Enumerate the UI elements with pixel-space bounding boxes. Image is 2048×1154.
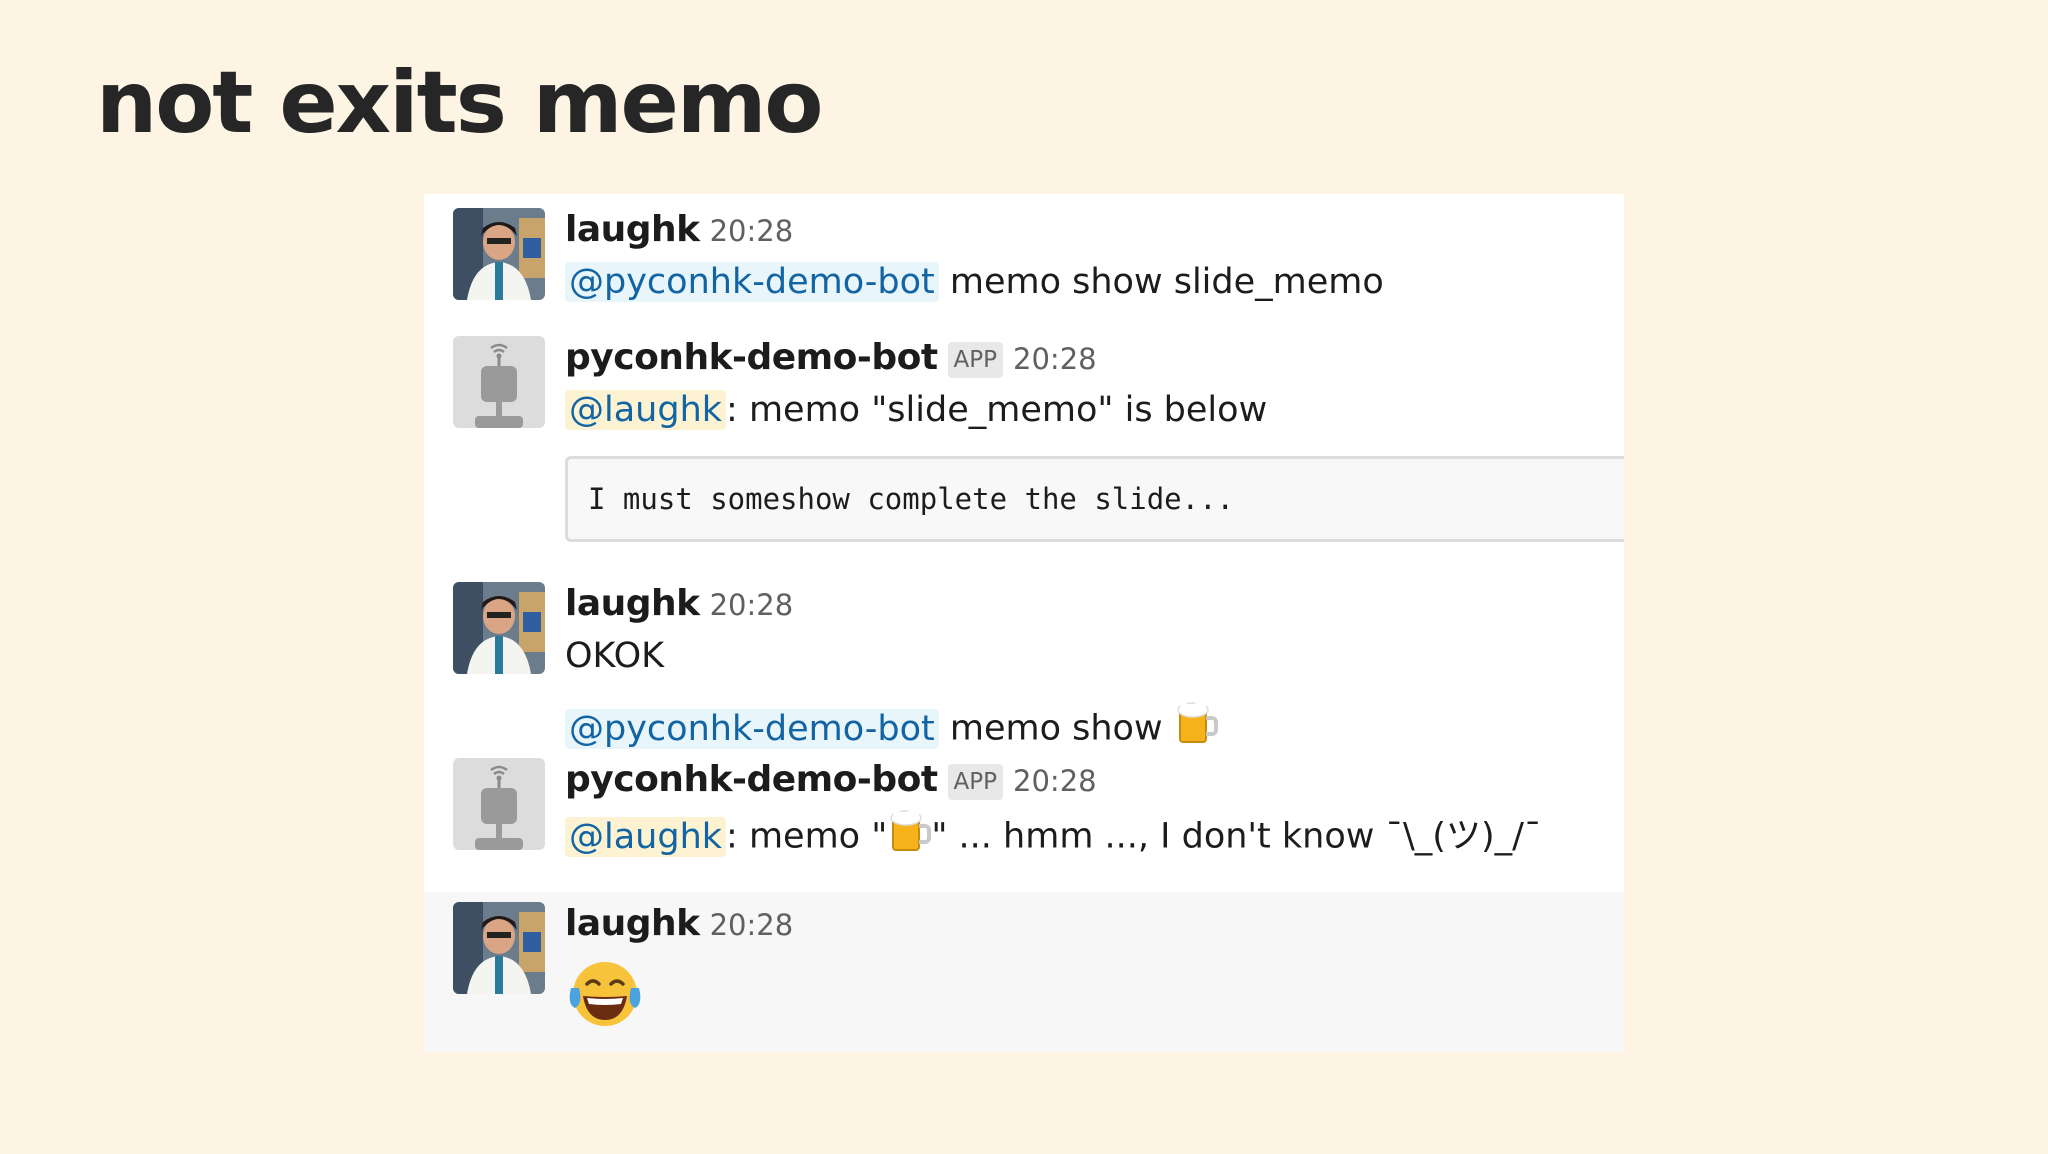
code-block: I must someshow complete the slide... (565, 456, 1624, 542)
timestamp[interactable]: 20:28 (710, 214, 794, 248)
mention-link[interactable]: @laughk (565, 390, 727, 430)
message-text: @pyconhk-demo-bot memo show (565, 700, 1218, 759)
user-avatar[interactable] (453, 208, 545, 300)
message-text (565, 958, 645, 1043)
timestamp[interactable]: 20:28 (710, 908, 794, 942)
sender-name[interactable]: pyconhk-demo-bot (565, 337, 938, 378)
message-body: " ... hmm ..., I don't know ¯\_(ツ)_/¯ (931, 816, 1542, 857)
message: pyconhk-demo-bot APP 20:28 @laughk: memo "… (424, 754, 1624, 882)
mention-link[interactable]: @pyconhk-demo-bot (565, 708, 939, 749)
message-text: OKOK (565, 636, 665, 676)
message: laughk 20:28 (424, 892, 1624, 1052)
message-text: @laughk: memo "slide_memo" is below (565, 386, 1267, 434)
user-avatar[interactable] (453, 902, 545, 994)
message-body: memo show (938, 708, 1174, 749)
message-text: @pyconhk-demo-bot memo show slide_memo (565, 258, 1384, 306)
beer-mug-icon (1174, 700, 1218, 759)
message-body: memo show slide_memo (938, 262, 1384, 302)
sender-name[interactable]: laughk (565, 583, 700, 624)
message: laughk 20:28 OKOK @pyconhk-demo-bot memo … (424, 564, 1624, 754)
message-body: : memo " (726, 816, 888, 857)
app-badge: APP (947, 342, 1004, 378)
beer-mug-icon (887, 808, 932, 867)
message: laughk 20:28 @pyconhk-demo-bot memo show … (424, 194, 1624, 314)
app-badge: APP (947, 764, 1004, 800)
timestamp[interactable]: 20:28 (710, 588, 794, 622)
mention-link[interactable]: @pyconhk-demo-bot (565, 262, 939, 302)
message-body: : memo "slide_memo" is below (726, 390, 1268, 430)
bot-avatar[interactable] (453, 336, 545, 428)
face-with-tears-of-joy-icon (565, 958, 645, 1043)
sender-name[interactable]: pyconhk-demo-bot (565, 759, 938, 800)
user-avatar[interactable] (453, 582, 545, 674)
slide-title: not exits memo (96, 53, 824, 153)
sender-name[interactable]: laughk (565, 209, 700, 250)
message-text: @laughk: memo " " ... hmm ..., I don't k… (565, 808, 1541, 867)
mention-link[interactable]: @laughk (565, 816, 727, 857)
timestamp[interactable]: 20:28 (1013, 764, 1097, 798)
sender-name[interactable]: laughk (565, 903, 700, 944)
message: pyconhk-demo-bot APP 20:28 @laughk: memo "… (424, 314, 1624, 564)
bot-avatar[interactable] (453, 758, 545, 850)
chat-panel: laughk 20:28 @pyconhk-demo-bot memo show … (424, 194, 1624, 1052)
timestamp[interactable]: 20:28 (1013, 342, 1097, 376)
